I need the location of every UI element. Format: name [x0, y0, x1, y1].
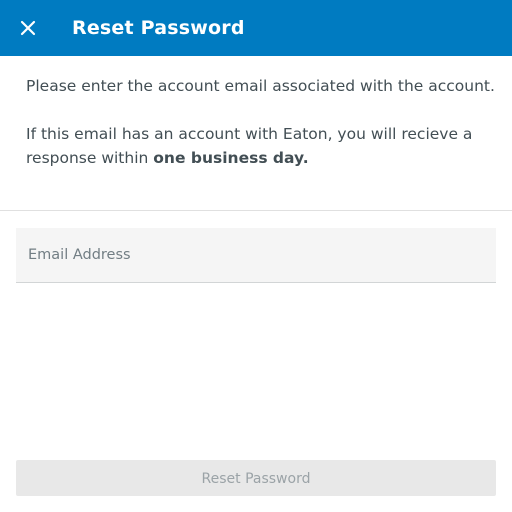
email-field[interactable] — [16, 228, 496, 283]
instruction-text: Please enter the account email associate… — [26, 77, 495, 95]
instructions: Please enter the account email associate… — [26, 74, 496, 170]
app-bar: Reset Password — [0, 0, 512, 56]
reset-password-screen: Reset Password Please enter the account … — [0, 0, 512, 512]
close-button[interactable] — [14, 14, 42, 42]
response-time-text: If this email has an account with Eaton,… — [26, 122, 496, 170]
page-title: Reset Password — [72, 17, 245, 39]
close-icon — [20, 20, 36, 36]
response-time-emphasis: one business day. — [153, 149, 309, 167]
divider — [0, 210, 512, 211]
reset-password-button[interactable]: Reset Password — [16, 460, 496, 496]
email-input[interactable] — [16, 228, 496, 282]
